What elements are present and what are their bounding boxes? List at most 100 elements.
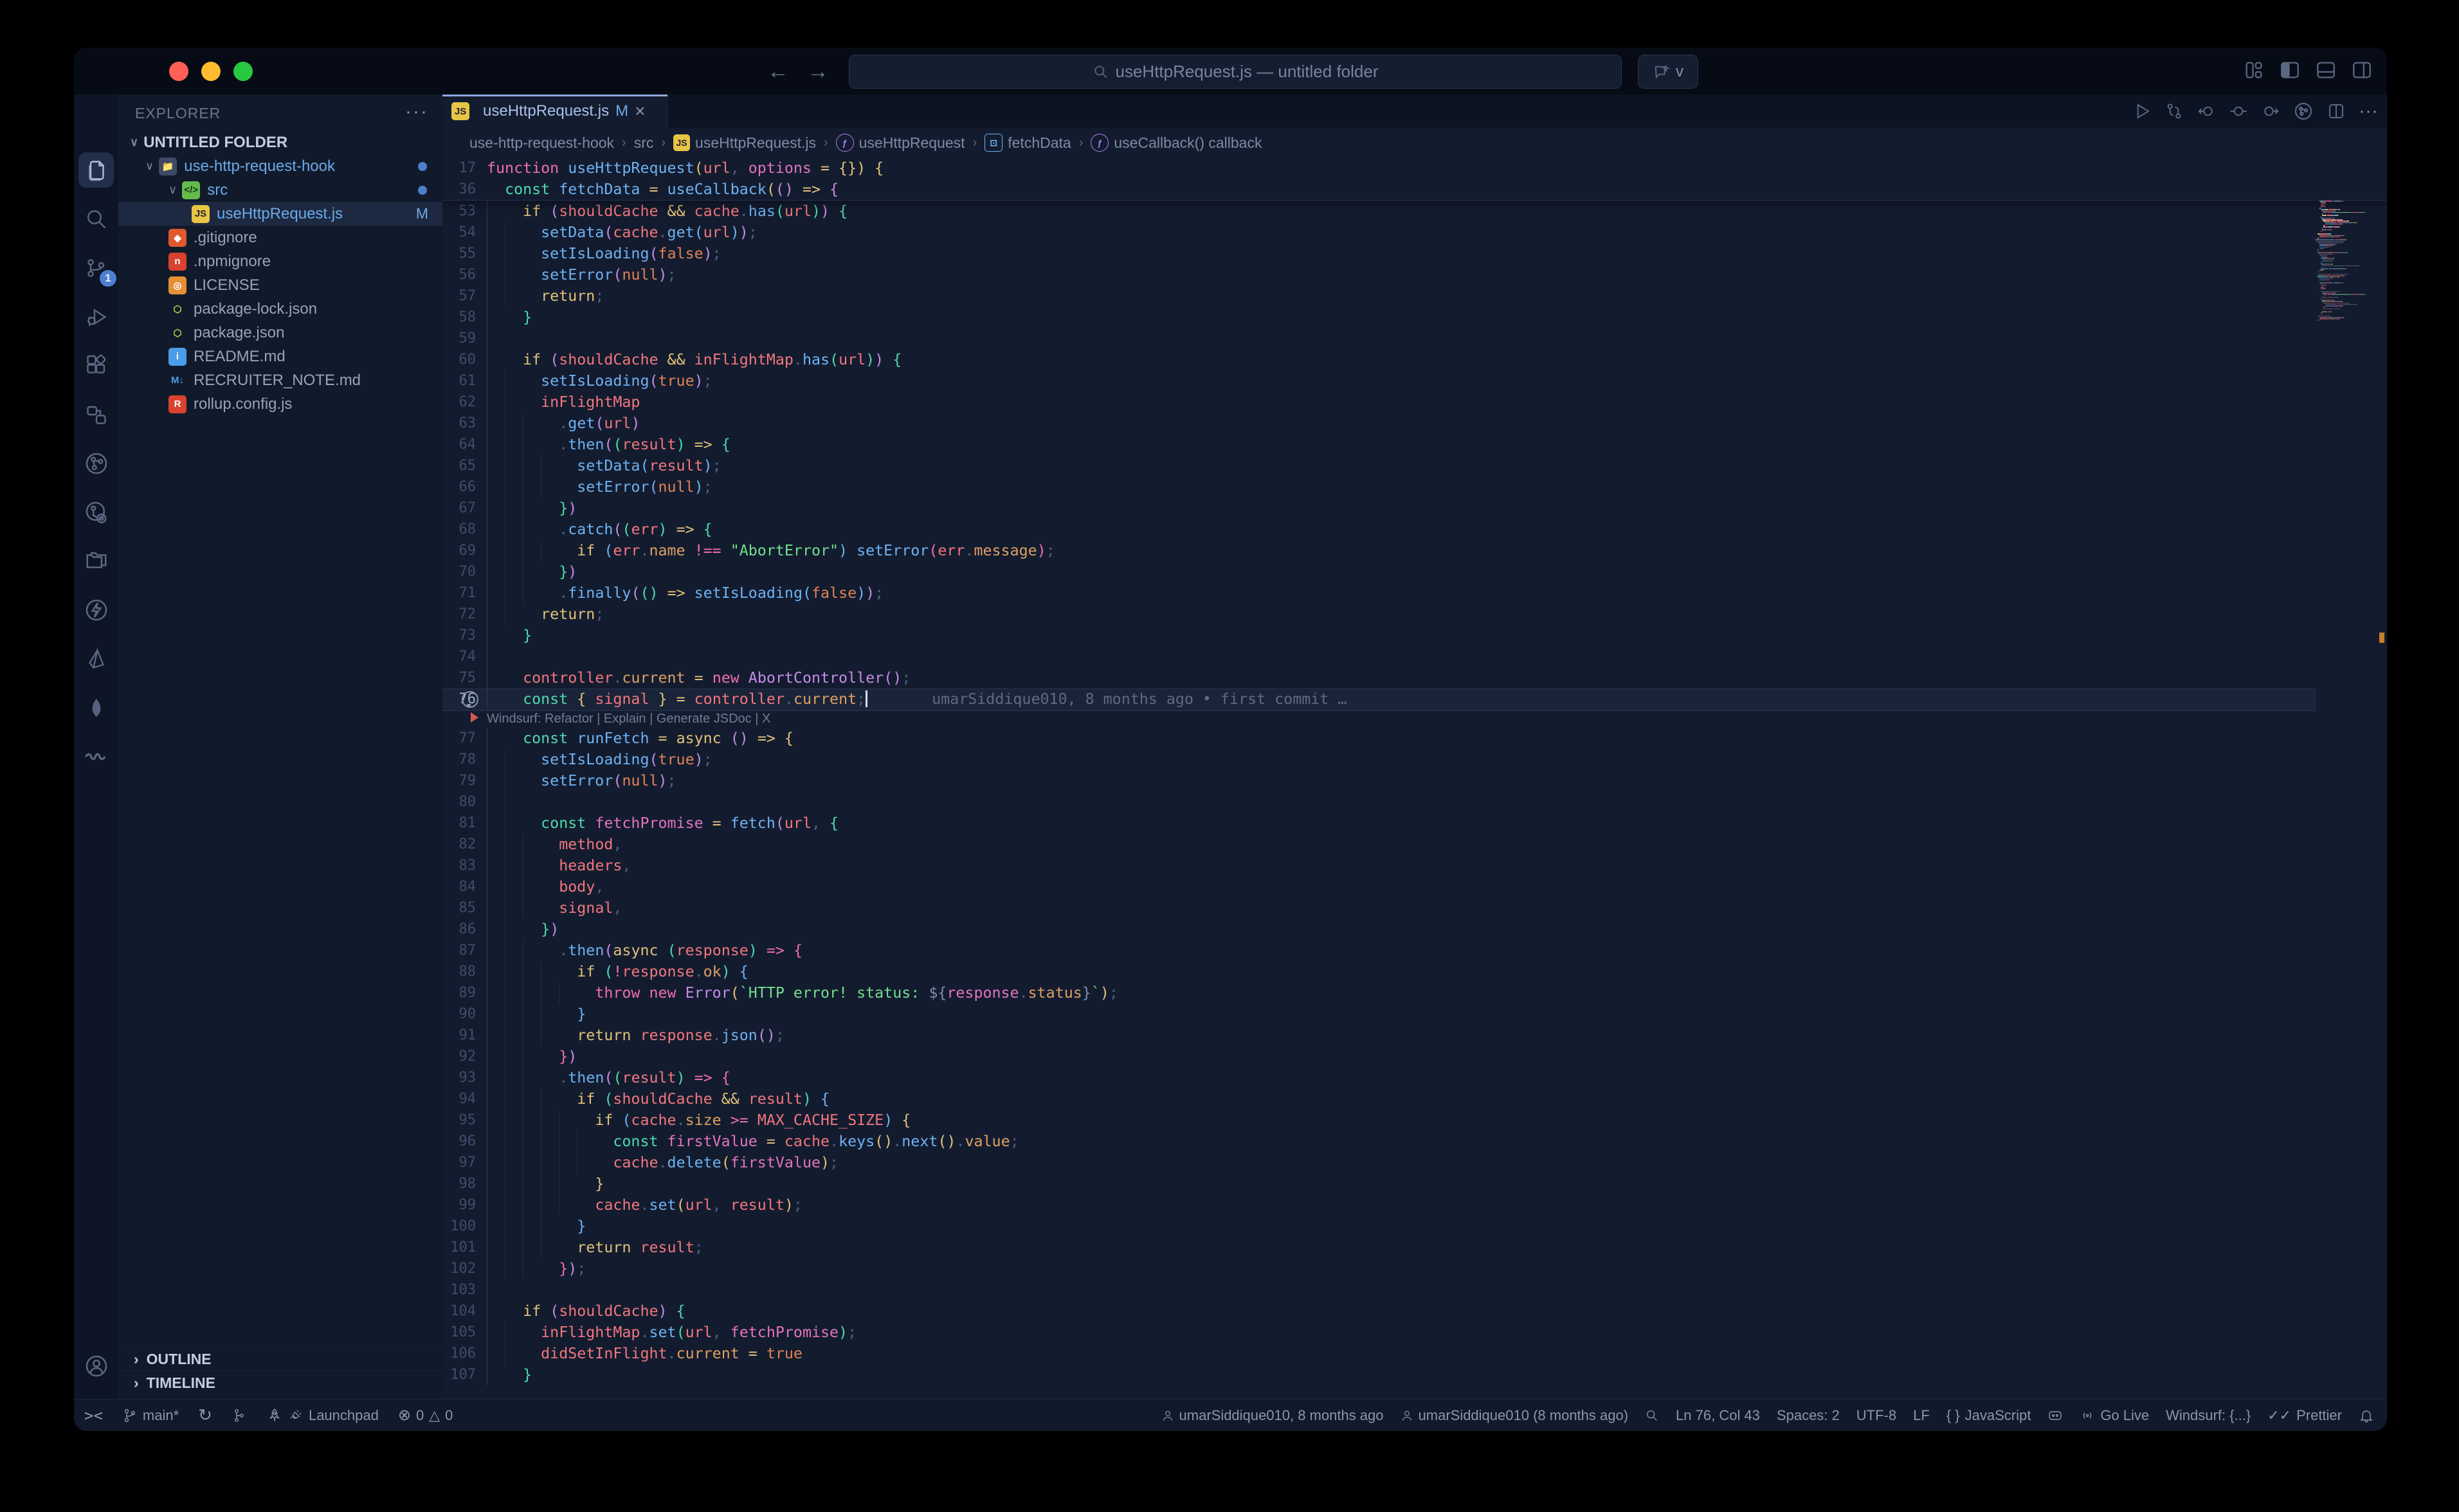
toggle-panel-icon[interactable] <box>2315 59 2337 81</box>
code-line[interactable]: 101 return result; <box>442 1237 2387 1258</box>
code-line[interactable]: 17function useHttpRequest(url, options =… <box>442 158 2387 179</box>
line-number[interactable]: 60 <box>442 349 476 370</box>
line-number[interactable]: 57 <box>442 285 476 307</box>
code-line[interactable]: 79 setError(null); <box>442 770 2387 791</box>
explorer-item-package.json[interactable]: ⬡package.json <box>118 321 442 345</box>
code-line[interactable]: 100 } <box>442 1216 2387 1237</box>
line-number[interactable]: 92 <box>442 1046 476 1067</box>
history-forward-icon[interactable]: → <box>807 59 829 84</box>
activity-run-debug-icon[interactable] <box>78 299 114 334</box>
command-center-search[interactable]: useHttpRequest.js — untitled folder <box>849 55 1622 89</box>
activity-thunder-client-icon[interactable] <box>78 592 114 627</box>
activity-prisma-icon[interactable] <box>78 641 114 676</box>
line-number[interactable]: 104 <box>442 1300 476 1322</box>
eol-item[interactable]: LF <box>1913 1407 1930 1424</box>
code-line[interactable]: 78 setIsLoading(true); <box>442 749 2387 770</box>
line-number[interactable]: 94 <box>442 1088 476 1110</box>
code-line[interactable]: 92 }) <box>442 1046 2387 1067</box>
code-line[interactable]: 77 const runFetch = async () => { <box>442 728 2387 749</box>
line-number[interactable]: 97 <box>442 1152 476 1173</box>
code-line[interactable]: 75 controller.current = new AbortControl… <box>442 667 2387 688</box>
code-line[interactable]: 95 if (cache.size >= MAX_CACHE_SIZE) { <box>442 1110 2387 1131</box>
line-number[interactable]: 73 <box>442 625 476 646</box>
line-number[interactable]: 86 <box>442 919 476 940</box>
line-number[interactable]: 54 <box>442 222 476 243</box>
activity-remote-explorer-icon[interactable] <box>78 397 114 432</box>
code-line[interactable]: 68 .catch((err) => { <box>442 519 2387 540</box>
line-number[interactable]: 74 <box>442 646 476 667</box>
line-number[interactable]: 85 <box>442 897 476 919</box>
line-number[interactable]: 53 <box>442 201 476 222</box>
code-line[interactable]: 94 if (shouldCache && result) { <box>442 1088 2387 1110</box>
code-line[interactable]: 66 setError(null); <box>442 476 2387 498</box>
line-number[interactable]: 83 <box>442 855 476 876</box>
customize-layout-icon[interactable] <box>2243 59 2265 81</box>
breadcrumb-item[interactable]: ƒuseCallback() callback <box>1091 134 1262 152</box>
code-line[interactable]: 72 return; <box>442 604 2387 625</box>
line-number[interactable]: 36 <box>442 179 476 200</box>
line-number[interactable]: 64 <box>442 434 476 455</box>
code-line[interactable]: 99 cache.set(url, result); <box>442 1194 2387 1216</box>
chat-toggle-button[interactable]: v <box>1638 55 1698 89</box>
outline-section[interactable]: ›OUTLINE <box>118 1347 442 1371</box>
close-window-button[interactable] <box>169 62 188 81</box>
explorer-item-useHttpRequest.js[interactable]: JSuseHttpRequest.jsM <box>118 202 442 226</box>
line-number[interactable]: 81 <box>442 813 476 834</box>
blame-date-item[interactable]: umarSiddique010 (8 months ago) <box>1401 1407 1629 1424</box>
line-number[interactable]: 84 <box>442 876 476 897</box>
previous-change-icon[interactable] <box>2197 102 2216 121</box>
breadcrumb-item[interactable]: use-http-request-hook <box>469 134 614 152</box>
line-number[interactable]: 93 <box>442 1067 476 1088</box>
minimize-window-button[interactable] <box>201 62 221 81</box>
code-line[interactable]: 36 const fetchData = useCallback(() => { <box>442 179 2387 200</box>
code-line[interactable]: 76 const { signal } = controller.current… <box>442 688 2387 710</box>
next-change-icon[interactable] <box>2261 102 2280 121</box>
explorer-item-package-lock.json[interactable]: ⬡package-lock.json <box>118 297 442 321</box>
indentation-item[interactable]: Spaces: 2 <box>1777 1407 1840 1424</box>
line-number[interactable]: 107 <box>442 1364 476 1385</box>
explorer-item-README.md[interactable]: iREADME.md <box>118 345 442 368</box>
line-number[interactable]: 66 <box>442 476 476 498</box>
explorer-item-RECRUITER_NOTE.md[interactable]: M↓RECRUITER_NOTE.md <box>118 368 442 392</box>
code-line[interactable]: 82 method, <box>442 834 2387 855</box>
line-number[interactable]: 68 <box>442 519 476 540</box>
activity-project-manager-icon[interactable] <box>78 543 114 579</box>
code-line[interactable]: 69 if (err.name !== "AbortError") setErr… <box>442 540 2387 561</box>
code-line[interactable]: 58 } <box>442 307 2387 328</box>
code-line[interactable]: 61 setIsLoading(true); <box>442 370 2387 392</box>
activity-search-icon[interactable] <box>78 201 114 237</box>
line-number[interactable]: 56 <box>442 264 476 285</box>
activity-windsurf-wave-icon[interactable] <box>78 739 114 774</box>
code-line[interactable]: 86 }) <box>442 919 2387 940</box>
line-number[interactable]: 102 <box>442 1258 476 1279</box>
explorer-item-rollup.config.js[interactable]: Rrollup.config.js <box>118 392 442 416</box>
toggle-sidebar-right-icon[interactable] <box>2351 59 2373 81</box>
breadcrumb-item[interactable]: ƒuseHttpRequest <box>836 134 965 152</box>
code-line[interactable]: 73 } <box>442 625 2387 646</box>
line-number[interactable]: 71 <box>442 582 476 604</box>
line-number[interactable]: 59 <box>442 328 476 349</box>
line-number[interactable]: 58 <box>442 307 476 328</box>
activity-explorer-icon[interactable] <box>78 152 114 188</box>
code-line[interactable]: 104 if (shouldCache) { <box>442 1300 2387 1322</box>
code-line[interactable]: 88 if (!response.ok) { <box>442 961 2387 982</box>
open-changes-icon[interactable] <box>2164 102 2184 121</box>
line-number[interactable]: 100 <box>442 1216 476 1237</box>
code-line[interactable]: 105 inFlightMap.set(url, fetchPromise); <box>442 1322 2387 1343</box>
prettier-item[interactable]: ✓✓ Prettier <box>2267 1407 2342 1424</box>
line-number[interactable]: 95 <box>442 1110 476 1131</box>
explorer-item-.npmignore[interactable]: n.npmignore <box>118 249 442 273</box>
code-line[interactable]: 60 if (shouldCache && inFlightMap.has(ur… <box>442 349 2387 370</box>
line-number[interactable]: 55 <box>442 243 476 264</box>
code-line[interactable]: 84 body, <box>442 876 2387 897</box>
line-number[interactable]: 78 <box>442 749 476 770</box>
activity-source-control-icon[interactable]: 1 <box>78 250 114 285</box>
code-line[interactable]: 87 .then(async (response) => { <box>442 940 2387 961</box>
line-number[interactable]: 103 <box>442 1279 476 1300</box>
line-number[interactable]: 105 <box>442 1322 476 1343</box>
code-line[interactable]: 107 } <box>442 1364 2387 1385</box>
line-number[interactable]: 98 <box>442 1173 476 1194</box>
current-change-icon[interactable] <box>2229 102 2248 121</box>
code-line[interactable]: 65 setData(result); <box>442 455 2387 476</box>
line-number[interactable]: 88 <box>442 961 476 982</box>
